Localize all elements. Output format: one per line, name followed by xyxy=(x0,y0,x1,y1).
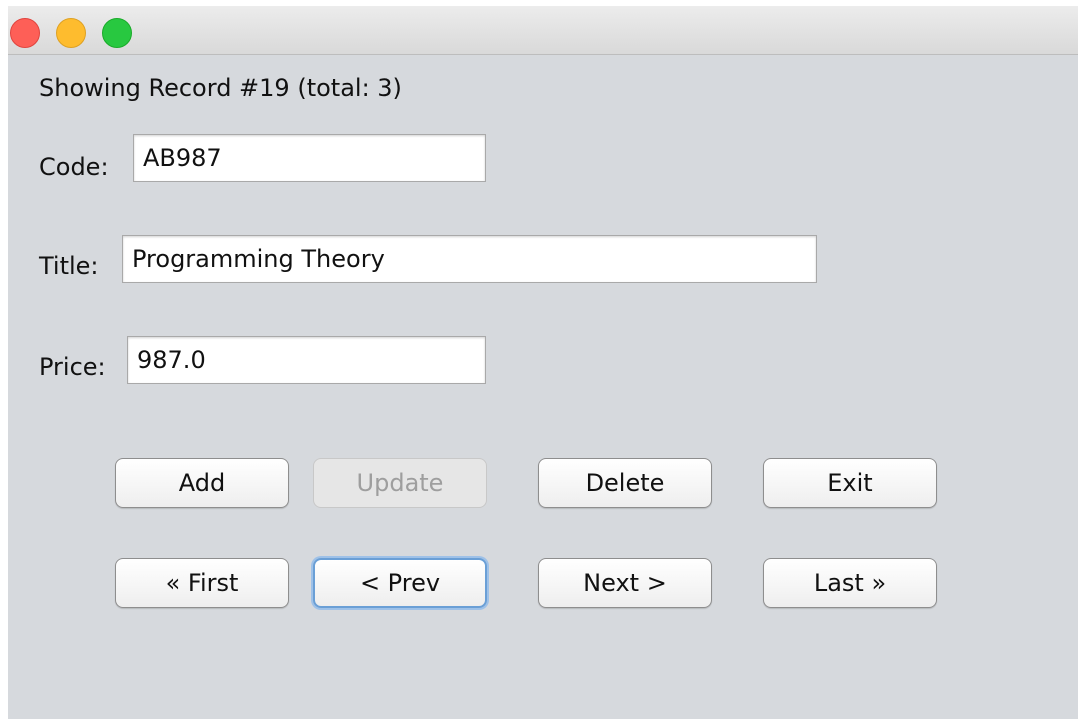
title-bar[interactable] xyxy=(8,6,1078,55)
prev-record-button[interactable]: < Prev xyxy=(313,558,487,608)
first-record-button[interactable]: « First xyxy=(115,558,289,608)
price-field[interactable] xyxy=(127,336,486,384)
minimize-window-icon[interactable] xyxy=(56,18,86,48)
last-record-button[interactable]: Last » xyxy=(763,558,937,608)
exit-button[interactable]: Exit xyxy=(763,458,937,508)
code-field[interactable] xyxy=(133,134,486,182)
title-label: Title: xyxy=(39,252,99,280)
maximize-window-icon[interactable] xyxy=(102,18,132,48)
update-button[interactable]: Update xyxy=(313,458,487,508)
delete-button[interactable]: Delete xyxy=(538,458,712,508)
next-record-button[interactable]: Next > xyxy=(538,558,712,608)
close-window-icon[interactable] xyxy=(10,18,40,48)
price-label: Price: xyxy=(39,353,106,381)
add-button[interactable]: Add xyxy=(115,458,289,508)
app-window: Showing Record #19 (total: 3) Code: Titl… xyxy=(8,6,1078,719)
code-label: Code: xyxy=(39,153,109,181)
record-status-label: Showing Record #19 (total: 3) xyxy=(39,74,402,102)
title-field[interactable] xyxy=(122,235,817,283)
